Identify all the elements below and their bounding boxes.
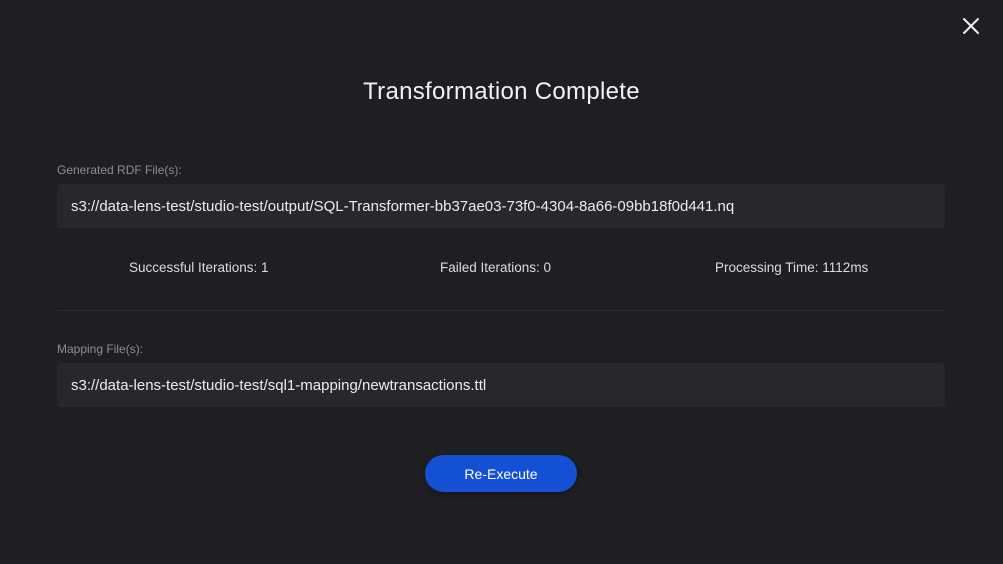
failed-iterations-stat: Failed Iterations: 0 <box>440 260 552 275</box>
mapping-files-label: Mapping File(s): <box>57 342 144 356</box>
successful-iterations-stat: Successful Iterations: 1 <box>129 260 269 275</box>
transformation-complete-dialog: Transformation Complete Generated RDF Fi… <box>0 0 1003 564</box>
dialog-title: Transformation Complete <box>363 78 640 105</box>
mapping-files-field[interactable]: s3://data-lens-test/studio-test/sql1-map… <box>57 363 945 407</box>
generated-rdf-files-label: Generated RDF File(s): <box>57 163 182 177</box>
processing-time-stat: Processing Time: 1112ms <box>715 260 869 275</box>
generated-rdf-files-field[interactable]: s3://data-lens-test/studio-test/output/S… <box>57 184 945 228</box>
re-execute-button[interactable]: Re-Execute <box>425 455 577 492</box>
section-divider <box>57 310 945 311</box>
close-button[interactable] <box>959 14 983 38</box>
close-icon <box>963 18 979 34</box>
iteration-stats: Successful Iterations: 1 Failed Iteratio… <box>57 260 945 280</box>
